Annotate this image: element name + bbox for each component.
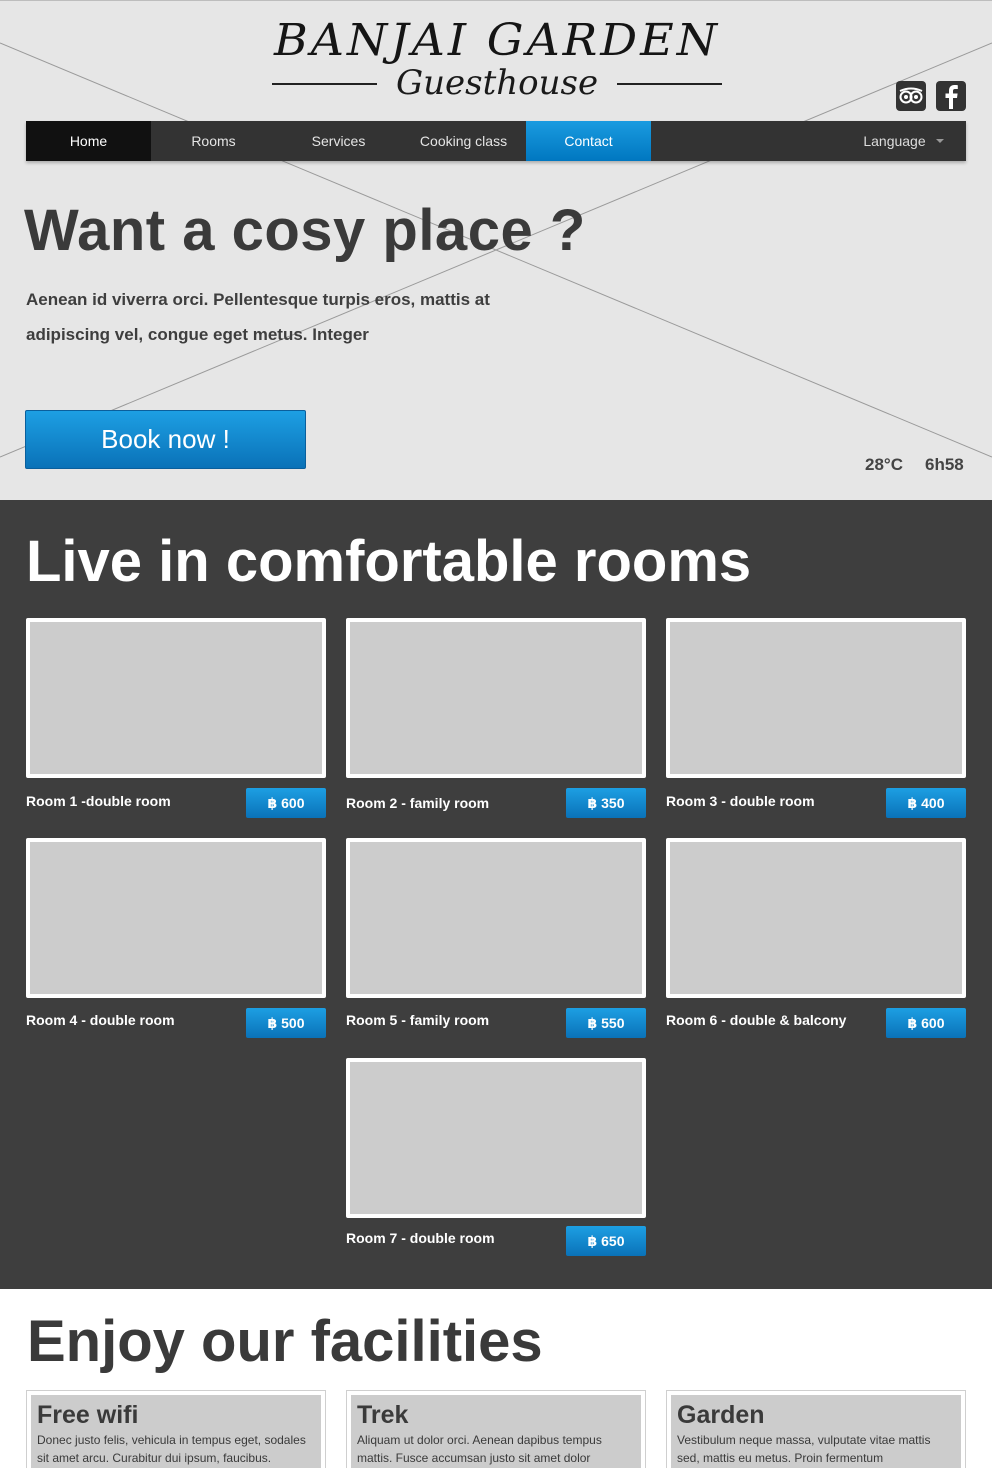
brand-logo[interactable]: BANJAI GARDEN Guesthouse xyxy=(262,15,732,105)
tripadvisor-icon[interactable] xyxy=(896,81,926,111)
caret-down-icon xyxy=(935,139,944,143)
time-readout: 6h58 xyxy=(925,455,964,474)
room-image[interactable] xyxy=(26,838,326,998)
room-card[interactable]: Room 5 - family room ฿ 550 xyxy=(346,838,646,1038)
room-card[interactable]: Room 2 - family room ฿ 350 xyxy=(346,618,646,818)
room-name: Room 4 - double room xyxy=(26,1012,175,1028)
logo-rule-left xyxy=(272,83,377,85)
room-price-button[interactable]: ฿ 600 xyxy=(246,788,326,818)
facility-card[interactable]: Garden Vestibulum neque massa, vulputate… xyxy=(666,1390,966,1468)
room-card[interactable]: Room 7 - double room ฿ 650 xyxy=(346,1058,646,1258)
room-card[interactable]: Room 3 - double room ฿ 400 xyxy=(666,618,966,818)
room-image[interactable] xyxy=(346,1058,646,1218)
nav-contact[interactable]: Contact xyxy=(526,121,651,161)
nav-cooking-class[interactable]: Cooking class xyxy=(401,121,526,161)
room-price-button[interactable]: ฿ 600 xyxy=(886,1008,966,1038)
nav-services[interactable]: Services xyxy=(276,121,401,161)
room-name: Room 5 - family room xyxy=(346,1012,490,1028)
temperature-readout: 28°C xyxy=(865,455,903,474)
room-name: Room 6 - double & balcony xyxy=(666,1012,847,1028)
room-name: Room 2 - family room xyxy=(346,795,490,811)
facility-name: Trek xyxy=(357,1401,409,1429)
main-navigation: Home Rooms Services Cooking class Contac… xyxy=(26,121,966,161)
room-price-button[interactable]: ฿ 400 xyxy=(886,788,966,818)
rooms-section: Live in comfortable rooms Room 1 -double… xyxy=(0,500,992,1289)
nav-rooms[interactable]: Rooms xyxy=(151,121,276,161)
hero-title: Want a cosy place ? xyxy=(24,198,586,263)
room-price-button[interactable]: ฿ 550 xyxy=(566,1008,646,1038)
room-name: Room 3 - double room xyxy=(666,793,815,809)
hero-text: Aenean id viverra orci. Pellentesque tur… xyxy=(26,290,490,344)
facility-description: Aliquam ut dolor orci. Aenean dapibus te… xyxy=(357,1433,602,1465)
hero-section: BANJAI GARDEN Guesthouse Home Rooms Serv… xyxy=(0,0,992,500)
book-now-button[interactable]: Book now ! xyxy=(25,410,306,469)
room-card[interactable]: Room 4 - double room ฿ 500 xyxy=(26,838,326,1038)
room-name: Room 7 - double room xyxy=(346,1230,495,1246)
room-card[interactable]: Room 1 -double room ฿ 600 xyxy=(26,618,326,818)
facility-description: Donec justo felis, vehicula in tempus eg… xyxy=(37,1433,306,1465)
language-dropdown[interactable]: Language xyxy=(841,121,966,161)
facility-name: Garden xyxy=(677,1401,765,1429)
brand-title: BANJAI GARDEN xyxy=(273,14,721,66)
logo-rule-right xyxy=(617,83,722,85)
room-price-button[interactable]: ฿ 350 xyxy=(566,788,646,818)
room-price-button[interactable]: ฿ 650 xyxy=(566,1226,646,1256)
facility-description: Vestibulum neque massa, vulputate vitae … xyxy=(677,1433,931,1465)
room-name: Room 1 -double room xyxy=(26,793,171,809)
nav-home[interactable]: Home xyxy=(26,121,151,161)
facilities-title: Enjoy our facilities xyxy=(27,1309,543,1374)
room-image[interactable] xyxy=(346,838,646,998)
room-image[interactable] xyxy=(666,838,966,998)
room-image[interactable] xyxy=(346,618,646,778)
room-image[interactable] xyxy=(26,618,326,778)
room-image[interactable] xyxy=(666,618,966,778)
facility-card[interactable]: Trek Aliquam ut dolor orci. Aenean dapib… xyxy=(346,1390,646,1468)
language-label: Language xyxy=(863,133,926,149)
facility-name: Free wifi xyxy=(37,1401,139,1429)
room-price-button[interactable]: ฿ 500 xyxy=(246,1008,326,1038)
room-card[interactable]: Room 6 - double & balcony ฿ 600 xyxy=(666,838,966,1038)
facebook-icon[interactable] xyxy=(936,81,966,111)
facility-card[interactable]: Free wifi Donec justo felis, vehicula in… xyxy=(26,1390,326,1468)
rooms-title: Live in comfortable rooms xyxy=(26,529,752,594)
